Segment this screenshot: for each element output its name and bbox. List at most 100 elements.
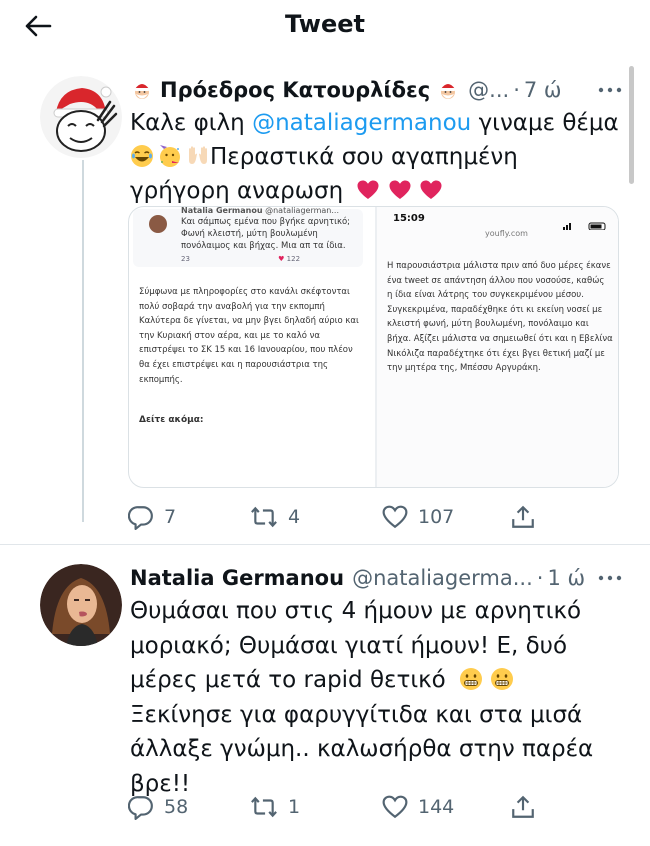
raised-hands-emoji-icon [186,144,210,168]
heart-emoji-icon [419,178,443,202]
reply-icon [128,794,154,820]
retweet-icon [250,794,278,820]
article-line: Καλύτερα δε γίνεται, να μην βγει δηλαδή … [139,316,359,327]
text-line: άλλαξε γνώμη.. καλωσήρθα στην παρέα [130,736,594,762]
display-name[interactable]: Natalia Germanou [130,566,344,590]
party-emoji-icon [158,144,182,168]
retweet-count: 4 [288,506,301,528]
page-title: Tweet [285,10,365,38]
divider [0,544,650,545]
reply-icon [128,504,154,530]
like-icon [382,504,408,530]
top-bar: Tweet [0,0,650,52]
article-line: Νικόλιζα παραδέχτηκε ότι έχει βγει θετικ… [387,348,605,359]
embed-line: πονόλαιμος και βήχας. Μια απ τα ίδια. [181,241,346,251]
like-button[interactable]: 107 [382,502,454,532]
text-fragment: Καλε φιλη [130,110,245,136]
text-line: γρήγορη αναρωση [130,174,620,208]
timestamp[interactable]: 1 ώ [547,566,585,590]
more-icon[interactable] [595,568,625,588]
share-button[interactable] [510,502,546,532]
embedded-tweet: Natalia Germanou @nataliagerman... Και σ… [133,206,363,267]
tweet-actions: 58 1 144 [128,792,548,822]
heart-emoji-icon [388,178,412,202]
article-line: Η παρουσιάστρια μάλιστα πριν από δυο μέρ… [387,261,611,271]
media-right-panel: 15:09 youfly.com Η παρουσιάστρια μάλιστα… [377,207,618,487]
like-icon [382,794,408,820]
like-button[interactable]: 144 [382,792,454,822]
text-line: Περαστικά σου αγαπημένη [130,140,620,174]
tweet-actions: 7 4 107 [128,502,548,532]
mention-link[interactable]: @nataliagermanou [252,110,471,136]
reply-count: 58 [164,796,189,818]
retweet-button[interactable]: 4 [250,502,300,532]
embed-reply-count: 23 [181,255,190,263]
article-line: Σύμφωνα με πληροφορίες στο κανάλι σκέφτο… [139,287,350,297]
phone-status-icons [563,215,609,231]
article-line: εκπομπής. [139,374,183,385]
media-left-panel: Natalia Germanou @nataliagerman... Και σ… [129,206,375,487]
embed-actions: 23 ♥ 122 [181,255,301,263]
grimace-emoji-icon [459,667,483,691]
article-line: Συγκεκριμένα, παραδέχθηκε ότι κι εκείνη … [387,304,603,315]
retweet-button[interactable]: 1 [250,792,300,822]
retweet-count: 1 [288,796,301,818]
embed-text: Και σάμπως εμένα που βγήκε αρνητικό; Φων… [181,216,363,252]
heart-emoji-icon [356,178,380,202]
reply-count: 7 [164,506,177,528]
article-paragraph: Η παρουσιάστρια μάλιστα πριν από δυο μέρ… [387,259,618,376]
text-line: Ξεκίνησε για φαρυγγίτιδα και στα μισά [130,701,583,728]
text-fragment: Περαστικά σου αγαπημένη [210,144,518,170]
display-name[interactable]: Πρόεδρος Κατουρλίδες [160,78,430,102]
reply-button[interactable]: 7 [128,502,176,532]
article-line: την Κυριακή στον αέρα, και με το καλό να [139,330,320,341]
tweet-header: Natalia Germanou @nataliagerma... · 1 ώ [130,563,585,593]
embed-like-count: 122 [286,255,301,263]
santa-icon [130,78,154,102]
santa-icon [436,78,460,102]
share-icon [510,794,536,820]
separator-dot: · [536,566,544,590]
article-line: την μητέρα της, Μπέσσυ Αργυράκη. [387,363,541,374]
user-handle[interactable]: @... [468,78,509,102]
share-button[interactable] [510,792,546,822]
media-image[interactable]: Natalia Germanou @nataliagerman... Και σ… [128,206,619,488]
like-count: 107 [418,506,455,528]
article-line: ένα tweet σε απάντηση άλλου που νοσούσε,… [387,275,605,286]
text-fragment: μέρες μετά το rapid θετικό [130,667,446,693]
site-url: youfly.com [485,229,528,238]
tweet-text: Θυμάσαι που στις 4 ήμουν με αρνητικό μορ… [130,594,620,801]
like-count: 144 [418,796,455,818]
scrollbar-thumb[interactable] [629,66,634,184]
embed-line: Και σάμπως εμένα που βγήκε αρνητικό; [181,217,351,227]
article-paragraph: Σύμφωνα με πληροφορίες στο κανάλι σκέφτο… [139,285,371,387]
article-line: βήχα. Αξίζει μάλιστα να σημειωθεί ότι κα… [387,333,613,344]
article-line: κλειστή φωνή, μύτη βουλωμένη, πονόλαιμο … [387,319,589,330]
avatar[interactable] [40,76,122,158]
share-icon [510,504,536,530]
article-line: επιστρέψει το ΣΚ 15 και 16 Ιανουαρίου, π… [139,345,353,356]
embed-avatar [149,215,167,233]
tweet-text: Καλε φιλη @nataliagermanou γιναμε θέμα Π… [130,106,620,208]
article-line: πολύ σοβαρά την αναβολή για την εκπομπή [139,301,325,312]
thread-connector-line [82,160,84,522]
article-line: θα έχει επιστρέψει και η παρουσιάστρια τ… [139,359,329,370]
avatar[interactable] [40,564,122,646]
text-line: μοριακό; Θυμάσαι γιατί ήμουν! Ε, δυό [130,632,568,659]
read-more-label: Δείτε ακόμα: [139,415,204,425]
reply-button[interactable]: 58 [128,792,188,822]
grimace-emoji-icon [490,667,514,691]
separator-dot: · [513,78,520,102]
text-line: Θυμάσαι που στις 4 ήμουν με αρνητικό [130,598,582,624]
embed-line: Φωνή κλειστή, μύτη βουλωμένη [181,229,318,239]
text-line: μέρες μετά το rapid θετικό [130,663,620,698]
text-fragment: γιναμε θέμα [478,110,619,136]
more-icon[interactable] [595,80,625,100]
text-fragment: γρήγορη αναρωση [130,178,344,204]
timestamp[interactable]: 7 ώ [524,78,562,102]
user-handle[interactable]: @nataliagerma... [352,566,533,590]
embed-name: Natalia Germanou [181,206,263,215]
retweet-icon [250,504,278,530]
text-line: Καλε φιλη @nataliagermanou γιναμε θέμα [130,106,620,140]
article-line: η ίδια είναι λάτρης του συγκεκριμένου μέ… [387,290,584,301]
